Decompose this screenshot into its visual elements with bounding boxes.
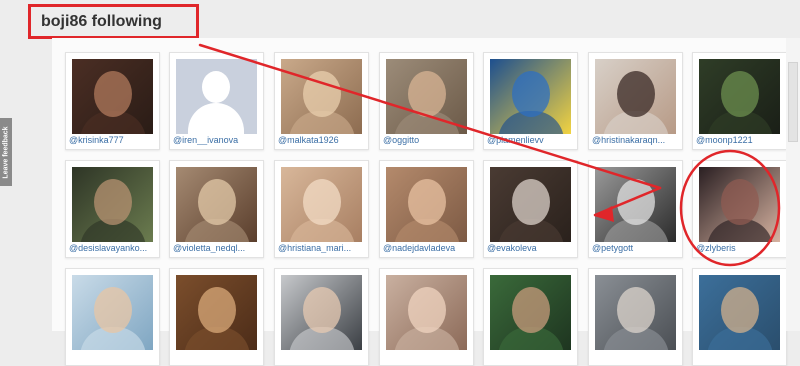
username-link[interactable]: @oggitto	[383, 135, 472, 145]
username-link[interactable]: @nadejdavladeva	[383, 243, 472, 253]
user-avatar[interactable]	[281, 275, 362, 350]
user-avatar[interactable]	[72, 59, 153, 134]
leave-feedback-label: Leave feedback	[2, 125, 10, 179]
user-avatar[interactable]	[176, 167, 257, 242]
user-avatar[interactable]	[386, 167, 467, 242]
user-card[interactable]: @evakoleva	[483, 160, 578, 258]
user-avatar[interactable]	[595, 59, 676, 134]
user-avatar[interactable]	[699, 167, 780, 242]
user-avatar[interactable]	[72, 167, 153, 242]
user-avatar[interactable]	[699, 275, 780, 350]
username-link[interactable]: @plamenlievv	[487, 135, 576, 145]
user-avatar[interactable]	[490, 275, 571, 350]
user-card[interactable]: @moonp1221	[692, 52, 787, 150]
user-card[interactable]: @petygott	[588, 160, 683, 258]
username-link[interactable]: @moonp1221	[696, 135, 785, 145]
username-link[interactable]: @evakoleva	[487, 243, 576, 253]
user-card[interactable]	[274, 268, 369, 366]
username-link[interactable]: @zlyberis	[696, 243, 785, 253]
user-card[interactable]: @plamenlievv	[483, 52, 578, 150]
username-link[interactable]: @petygott	[592, 243, 681, 253]
scrollbar[interactable]	[786, 38, 800, 331]
user-card[interactable]: @iren__ivanova	[169, 52, 264, 150]
user-card[interactable]: @violetta_nedql...	[169, 160, 264, 258]
username-link[interactable]: @iren__ivanova	[173, 135, 262, 145]
user-card[interactable]: @malkata1926	[274, 52, 369, 150]
user-avatar[interactable]	[490, 59, 571, 134]
user-avatar[interactable]	[699, 59, 780, 134]
page-title: boji86 following	[28, 4, 199, 39]
user-avatar[interactable]	[281, 59, 362, 134]
header: boji86 following	[0, 0, 800, 40]
user-card[interactable]	[588, 268, 683, 366]
user-card[interactable]: @hristiana_mari...	[274, 160, 369, 258]
user-card[interactable]	[65, 268, 160, 366]
user-avatar[interactable]	[72, 275, 153, 350]
user-card[interactable]	[169, 268, 264, 366]
user-avatar[interactable]	[176, 275, 257, 350]
username-link[interactable]: @hristiana_mari...	[278, 243, 367, 253]
user-card[interactable]	[379, 268, 474, 366]
leave-feedback-tab[interactable]: Leave feedback	[0, 118, 12, 186]
username-link[interactable]: @desislavayanko...	[69, 243, 158, 253]
user-avatar[interactable]	[386, 275, 467, 350]
username-link[interactable]: @malkata1926	[278, 135, 367, 145]
scrollbar-thumb[interactable]	[788, 62, 798, 142]
user-card[interactable]: @desislavayanko...	[65, 160, 160, 258]
user-avatar[interactable]	[386, 59, 467, 134]
user-avatar[interactable]	[490, 167, 571, 242]
user-card[interactable]: @krisinka777	[65, 52, 160, 150]
user-card[interactable]: @zlyberis	[692, 160, 787, 258]
username-link[interactable]: @hristinakaraqn...	[592, 135, 681, 145]
following-grid: @krisinka777 @iren__ivanova @malkata1926 @o…	[52, 38, 787, 366]
user-card[interactable]: @oggitto	[379, 52, 474, 150]
user-avatar[interactable]	[281, 167, 362, 242]
user-card[interactable]	[692, 268, 787, 366]
default-avatar-icon[interactable]	[176, 59, 257, 134]
user-avatar[interactable]	[595, 167, 676, 242]
username-link[interactable]: @violetta_nedql...	[173, 243, 262, 253]
user-avatar[interactable]	[595, 275, 676, 350]
user-card[interactable]	[483, 268, 578, 366]
username-link[interactable]: @krisinka777	[69, 135, 158, 145]
user-card[interactable]: @nadejdavladeva	[379, 160, 474, 258]
user-card[interactable]: @hristinakaraqn...	[588, 52, 683, 150]
